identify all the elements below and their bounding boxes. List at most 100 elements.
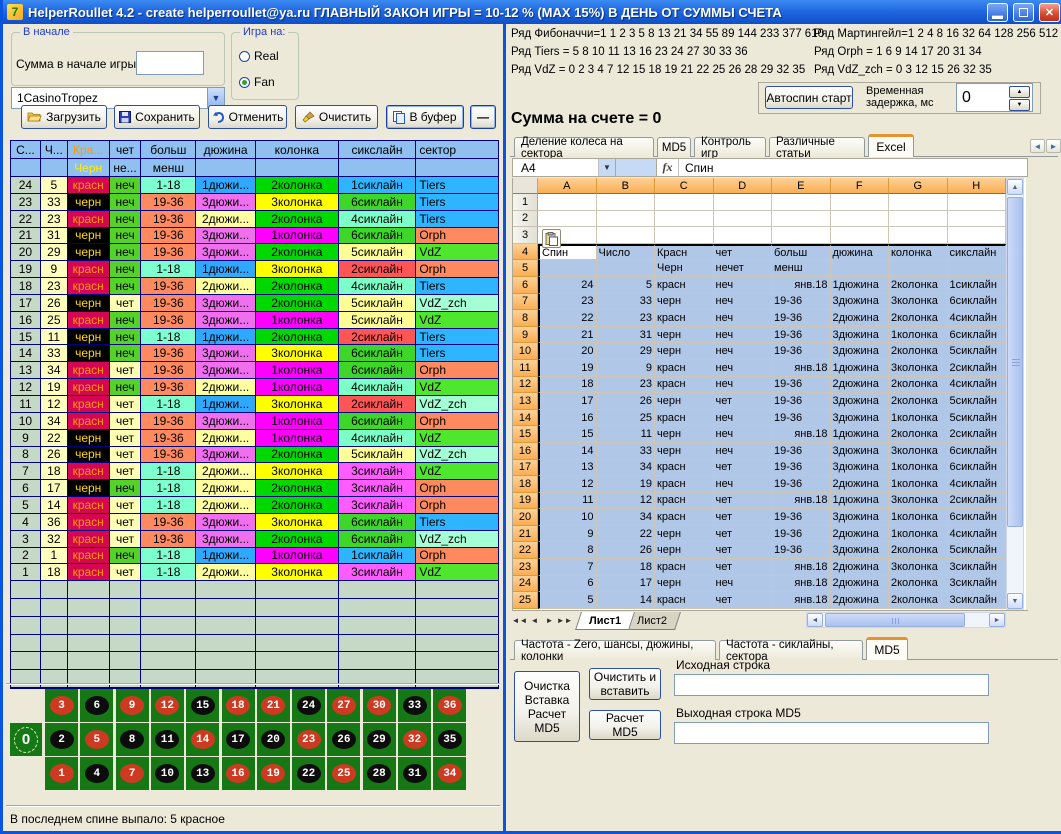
excel-cell-D5[interactable]: нечет	[714, 260, 773, 277]
spinner-down-button[interactable]: ▼	[1009, 99, 1030, 111]
excel-cell-B8[interactable]: 23	[597, 310, 656, 327]
excel-cell-A13[interactable]: 17	[538, 393, 597, 410]
excel-cell-F11[interactable]: 1дюжина	[831, 360, 890, 377]
excel-cell-C13[interactable]: черн	[655, 393, 714, 410]
excel-cell-E7[interactable]: 19-36	[772, 294, 831, 311]
fx-icon[interactable]: fx	[657, 159, 679, 176]
excel-cell-B2[interactable]	[597, 211, 656, 228]
excel-cell-F15[interactable]: 1дюжина	[831, 426, 890, 443]
excel-cell-E10[interactable]: 19-36	[772, 343, 831, 360]
excel-cell-A12[interactable]: 18	[538, 377, 597, 394]
excel-horizontal-scrollbar[interactable]: ◄ ►	[806, 612, 1006, 628]
excel-cell-C7[interactable]: черн	[655, 294, 714, 311]
excel-cell-F5[interactable]	[831, 260, 890, 277]
excel-row-header-19[interactable]: 19	[513, 493, 538, 510]
excel-cell-B9[interactable]: 31	[597, 327, 656, 344]
excel-cell-H13[interactable]: 5сиклайн	[948, 393, 1007, 410]
tab-md5[interactable]: MD5	[657, 137, 691, 157]
roulette-cell-28[interactable]: 28	[363, 757, 396, 790]
roulette-cell-zero[interactable]: 0	[10, 723, 42, 756]
sheet-next-button[interactable]: ►	[542, 613, 557, 629]
roulette-cell-4[interactable]: 4	[80, 757, 113, 790]
roulette-cell-29[interactable]: 29	[363, 723, 396, 756]
autospin-start-button[interactable]: Автоспин старт	[765, 86, 853, 109]
excel-cell-G25[interactable]: 2колонка	[889, 592, 948, 609]
roulette-cell-33[interactable]: 33	[398, 689, 431, 722]
excel-cell-D3[interactable]	[714, 227, 773, 244]
excel-cell-E14[interactable]: 19-36	[772, 410, 831, 427]
roulette-cell-30[interactable]: 30	[363, 689, 396, 722]
excel-cell-G5[interactable]	[889, 260, 948, 277]
excel-cell-G20[interactable]: 1колонка	[889, 509, 948, 526]
excel-cell-H6[interactable]: 1сиклайн	[948, 277, 1007, 294]
radio-fan[interactable]: Fan	[239, 75, 275, 89]
excel-cell-C25[interactable]: красн	[655, 592, 714, 609]
excel-column-header-C[interactable]: C	[655, 178, 714, 194]
excel-row-header-24[interactable]: 24	[513, 576, 538, 593]
roulette-cell-11[interactable]: 11	[151, 723, 184, 756]
excel-cell-F21[interactable]: 2дюжина	[831, 526, 890, 543]
excel-row-header-14[interactable]: 14	[513, 410, 538, 427]
roulette-cell-21[interactable]: 21	[257, 689, 290, 722]
excel-cell-B25[interactable]: 14	[597, 592, 656, 609]
excel-cell-H10[interactable]: 5сиклайн	[948, 343, 1007, 360]
excel-cell-E1[interactable]	[772, 194, 831, 211]
excel-cell-E5[interactable]: менш	[772, 260, 831, 277]
excel-cell-E2[interactable]	[772, 211, 831, 228]
excel-column-header-F[interactable]: F	[831, 178, 890, 194]
excel-cell-F24[interactable]: 2дюжина	[831, 576, 890, 593]
roulette-cell-17[interactable]: 17	[222, 723, 255, 756]
excel-cell-D10[interactable]: неч	[714, 343, 773, 360]
scroll-left-button[interactable]: ◄	[807, 613, 823, 627]
radio-real[interactable]: Real	[239, 49, 279, 63]
excel-cell-A24[interactable]: 6	[538, 576, 597, 593]
excel-cell-G21[interactable]: 1колонка	[889, 526, 948, 543]
excel-cell-F14[interactable]: 3дюжина	[831, 410, 890, 427]
roulette-cell-25[interactable]: 25	[327, 757, 360, 790]
excel-cell-A14[interactable]: 16	[538, 410, 597, 427]
roulette-cell-5[interactable]: 5	[80, 723, 113, 756]
roulette-cell-6[interactable]: 6	[80, 689, 113, 722]
excel-row-header-23[interactable]: 23	[513, 559, 538, 576]
roulette-cell-10[interactable]: 10	[151, 757, 184, 790]
excel-cell-D16[interactable]: неч	[714, 443, 773, 460]
excel-cell-F9[interactable]: 3дюжина	[831, 327, 890, 344]
excel-column-header-G[interactable]: G	[889, 178, 948, 194]
roulette-cell-1[interactable]: 1	[45, 757, 78, 790]
excel-cell-B7[interactable]: 33	[597, 294, 656, 311]
excel-row-header-2[interactable]: 2	[513, 211, 538, 228]
excel-cell-E19[interactable]: янв.18	[772, 493, 831, 510]
excel-cell-E25[interactable]: янв.18	[772, 592, 831, 609]
excel-cell-C22[interactable]: черн	[655, 542, 714, 559]
excel-cell-B3[interactable]	[597, 227, 656, 244]
sheet-tab-list1[interactable]: Лист1	[575, 612, 635, 630]
excel-cell-G24[interactable]: 2колонка	[889, 576, 948, 593]
excel-cell-E3[interactable]	[772, 227, 831, 244]
excel-cell-B13[interactable]: 26	[597, 393, 656, 410]
excel-cell-F10[interactable]: 3дюжина	[831, 343, 890, 360]
excel-cell-B12[interactable]: 23	[597, 377, 656, 394]
excel-cell-B24[interactable]: 17	[597, 576, 656, 593]
roulette-cell-36[interactable]: 36	[433, 689, 466, 722]
roulette-cell-3[interactable]: 3	[45, 689, 78, 722]
excel-cell-H19[interactable]: 2сиклайн	[948, 493, 1007, 510]
excel-cell-D2[interactable]	[714, 211, 773, 228]
excel-cell-E23[interactable]: янв.18	[772, 559, 831, 576]
excel-cell-A25[interactable]: 5	[538, 592, 597, 609]
roulette-cell-27[interactable]: 27	[327, 689, 360, 722]
excel-cell-A9[interactable]: 21	[538, 327, 597, 344]
excel-row-header-8[interactable]: 8	[513, 310, 538, 327]
sheet-prev-button[interactable]: ◄	[527, 613, 542, 629]
excel-row-header-5[interactable]: 5	[513, 260, 538, 277]
excel-cell-H5[interactable]	[948, 260, 1007, 277]
excel-column-header-A[interactable]: A	[538, 178, 597, 194]
excel-cell-E6[interactable]: янв.18	[772, 277, 831, 294]
excel-cell-F1[interactable]	[831, 194, 890, 211]
excel-row-header-7[interactable]: 7	[513, 294, 538, 311]
excel-cell-C12[interactable]: красн	[655, 377, 714, 394]
roulette-cell-34[interactable]: 34	[433, 757, 466, 790]
excel-cell-C21[interactable]: черн	[655, 526, 714, 543]
excel-cell-C1[interactable]	[655, 194, 714, 211]
excel-cell-H21[interactable]: 4сиклайн	[948, 526, 1007, 543]
excel-cell-E21[interactable]: 19-36	[772, 526, 831, 543]
